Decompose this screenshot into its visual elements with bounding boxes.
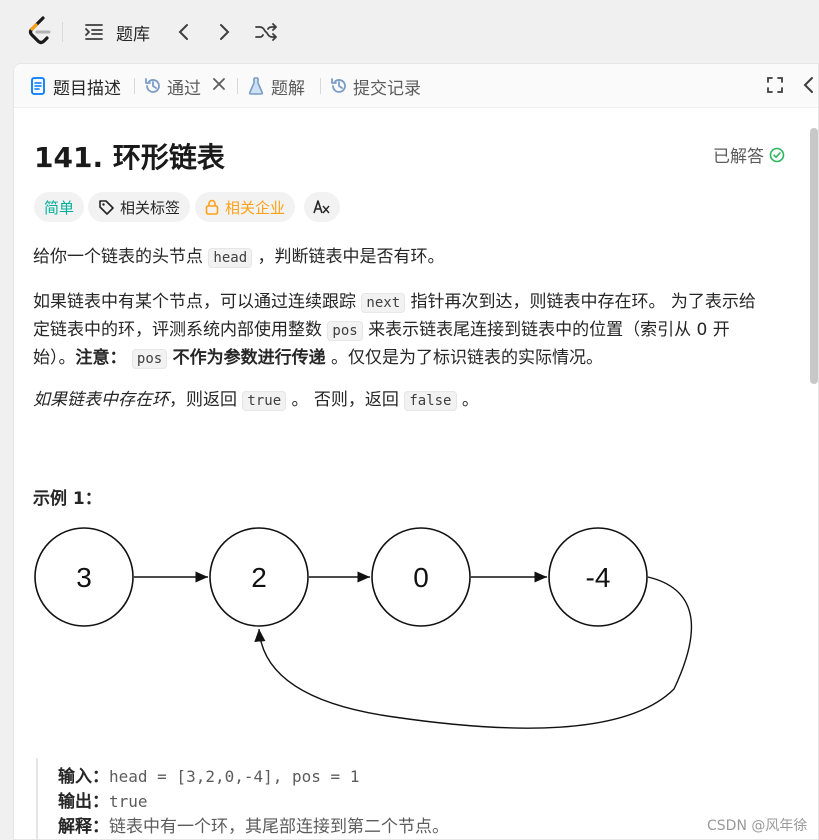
bold-text: 不作为参数进行传递 — [172, 348, 326, 368]
page-title: 141. 环形链表 — [34, 141, 225, 174]
example-output: 输出：true — [58, 787, 148, 812]
scrollbar[interactable] — [810, 128, 818, 384]
text-run: ，判断链表中是否有环。 — [257, 247, 445, 267]
watermark: CSDN @风年徐 — [707, 818, 808, 834]
divider — [320, 78, 321, 94]
translate-icon — [313, 200, 330, 214]
linked-list-diagram: 3 2 0 -4 — [34, 527, 693, 729]
input-label: 输入： — [58, 767, 109, 787]
top-navbar: 题库 — [0, 0, 819, 64]
tab-description[interactable]: 题目描述 — [30, 74, 121, 99]
inline-code: false — [404, 391, 457, 411]
chevron-right-icon[interactable] — [214, 20, 236, 44]
divider — [237, 78, 238, 94]
solved-status: 已解答 — [713, 142, 785, 167]
text-run: 。仅仅是为了标识链表的实际情况。 — [331, 348, 604, 368]
tab-accepted-label: 通过 — [167, 78, 201, 99]
input-value: head = [3,2,0,-4], pos = 1 — [109, 767, 360, 786]
text-run: ，则返回 — [169, 390, 237, 410]
related-companies-button[interactable]: 相关企业 — [195, 192, 296, 222]
italic-text: 如果链表中存在环 — [33, 390, 169, 410]
chevron-left-icon[interactable] — [802, 75, 816, 95]
expand-icon[interactable] — [766, 76, 784, 94]
history-icon — [144, 77, 162, 95]
node: 2 — [209, 527, 309, 627]
flask-icon — [248, 77, 266, 95]
output-value: true — [109, 792, 148, 811]
text-run: 。 — [461, 390, 479, 410]
solved-label: 已解答 — [713, 147, 764, 167]
inline-code: pos — [327, 321, 363, 341]
difficulty-badge: 简单 — [34, 192, 85, 222]
node: 0 — [371, 527, 471, 627]
inline-code: head — [208, 248, 253, 268]
shuffle-icon[interactable] — [254, 20, 278, 44]
text-run: 始）。 — [33, 348, 76, 368]
tab-solutions[interactable]: 题解 — [248, 74, 305, 99]
explanation-label: 解释： — [58, 817, 109, 837]
node-value: 3 — [76, 562, 92, 593]
translate-button[interactable] — [304, 192, 340, 222]
related-companies-label: 相关企业 — [225, 198, 286, 217]
tab-description-label: 题目描述 — [53, 78, 121, 99]
text-run: 指针再次到达，则链表中存在环。 为了表示给 — [410, 292, 756, 312]
related-tags-label: 相关标签 — [120, 198, 181, 217]
text-run: 定链表中的环，评测系统内部使用整数 — [33, 320, 322, 340]
leetcode-logo-icon[interactable] — [27, 16, 53, 46]
inline-code: true — [242, 391, 287, 411]
tab-solutions-label: 题解 — [271, 78, 305, 99]
example-title: 示例 1： — [33, 489, 102, 509]
example-explanation: 解释：链表中有一个环，其尾部连接到第二个节点。 — [58, 812, 449, 837]
tab-submissions[interactable]: 提交记录 — [330, 74, 421, 99]
problem-panel: 题目描述 通过 题解 提交记录 141. 环形链表 已解答 简单 相关标签 相关… — [13, 63, 819, 840]
list-icon[interactable] — [84, 22, 104, 42]
description-paragraph-3: 如果链表中存在环，则返回 true 。 否则，返回 false 。 — [33, 387, 479, 415]
related-tags-button[interactable]: 相关标签 — [88, 192, 191, 222]
lock-icon — [205, 199, 219, 215]
close-icon[interactable] — [211, 76, 227, 92]
divider — [134, 78, 135, 94]
node-value: 0 — [413, 562, 429, 593]
document-icon — [30, 77, 48, 95]
node: -4 — [548, 527, 648, 627]
inline-code: pos — [131, 349, 168, 369]
node-value: 2 — [251, 562, 267, 593]
tab-submissions-label: 提交记录 — [353, 78, 421, 99]
description-paragraph-1: 给你一个链表的头节点 head ，判断链表中是否有环。 — [33, 244, 445, 272]
output-label: 输出： — [58, 792, 109, 812]
tag-icon — [99, 200, 114, 215]
text-run: 。 否则，返回 — [291, 390, 399, 410]
node-value: -4 — [586, 562, 611, 593]
divider — [62, 22, 63, 42]
text-run: 给你一个链表的头节点 — [33, 247, 203, 267]
chevron-left-icon[interactable] — [172, 20, 194, 44]
description-paragraph-2: 如果链表中有某个节点，可以通过连续跟踪 next 指针再次到达，则链表中存在环。… — [33, 289, 756, 373]
explanation-value: 链表中有一个环，其尾部连接到第二个节点。 — [109, 817, 449, 837]
node: 3 — [34, 527, 134, 627]
tab-bar: 题目描述 通过 题解 提交记录 — [14, 64, 818, 108]
problem-list-link[interactable]: 题库 — [116, 20, 150, 45]
text-run: 如果链表中有某个节点，可以通过连续跟踪 — [33, 292, 356, 312]
example-input: 输入：head = [3,2,0,-4], pos = 1 — [58, 762, 359, 787]
note-label: 注意： — [75, 348, 127, 368]
tab-accepted[interactable]: 通过 — [144, 74, 201, 99]
text-run: 来表示链表尾连接到链表中的位置（索引从 0 开 — [368, 320, 730, 340]
inline-code: next — [361, 293, 406, 313]
history-icon — [330, 77, 348, 95]
example-block: 输入：head = [3,2,0,-4], pos = 1 输出：true 解释… — [36, 758, 736, 839]
check-circle-icon — [769, 147, 785, 162]
